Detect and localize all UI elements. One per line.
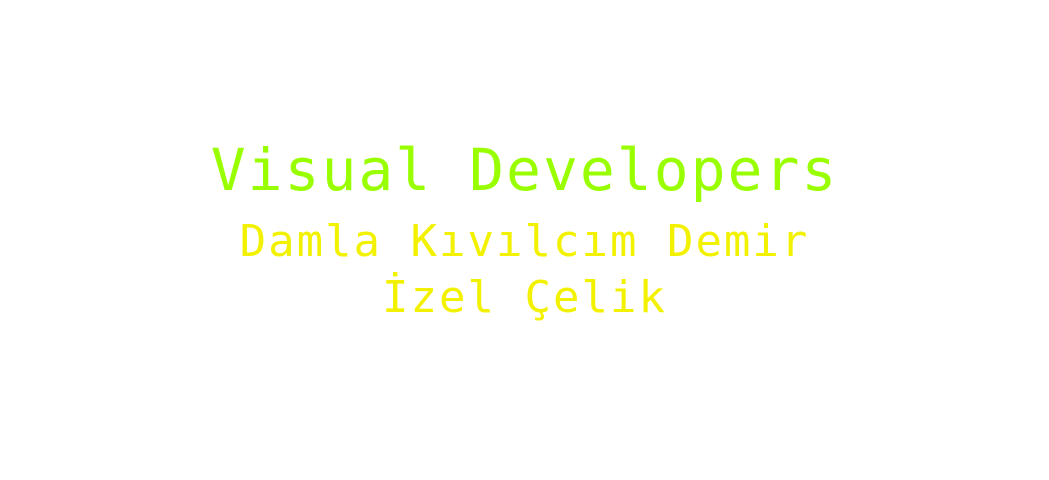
credits-block: Visual Developers Damla Kıvılcım Demir İ…	[0, 138, 1049, 326]
credits-title: Visual Developers	[210, 136, 839, 204]
credit-name: İzel Çelik	[382, 272, 667, 323]
credits-screen: Visual Developers Damla Kıvılcım Demir İ…	[0, 0, 1049, 480]
credit-name: Damla Kıvılcım Demir	[239, 216, 810, 267]
